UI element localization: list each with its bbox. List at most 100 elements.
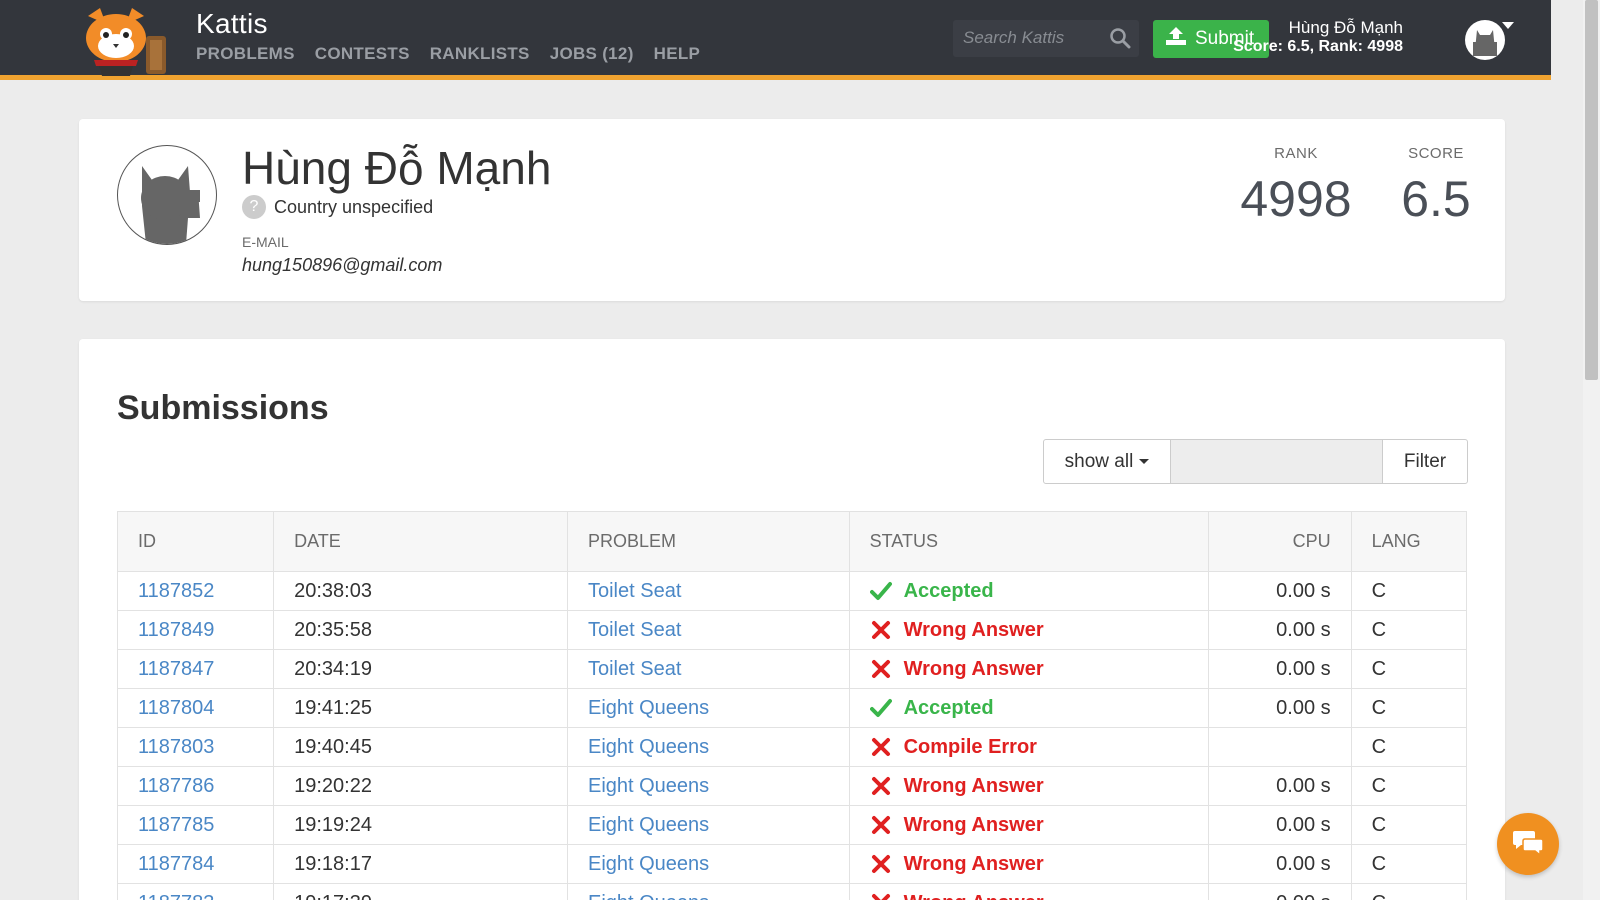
table-row: 1187852 20:38:03 Toilet Seat Accepted 0.00 s… [116, 571, 1468, 611]
table-header-row: ID DATE PROBLEM STATUS CPU LANG [116, 511, 1468, 572]
submission-status: Accepted [848, 688, 1209, 728]
user-menu[interactable]: Hùng Đỗ Mạnh Score: 6.5, Rank: 4998 [1233, 18, 1403, 56]
table-row: 1187785 19:19:24 Eight Queens Wrong Answer 0… [116, 805, 1468, 845]
table-row: 1187849 20:35:58 Toilet Seat Wrong Answer 0.… [116, 610, 1468, 650]
submission-date: 20:35:58 [273, 610, 568, 650]
problem-link[interactable]: Eight Queens [566, 844, 850, 884]
user-name: Hùng Đỗ Mạnh [1288, 18, 1403, 37]
table-row: 1187847 20:34:19 Toilet Seat Wrong Answer 0.… [116, 649, 1468, 689]
brand-title[interactable]: Kattis [196, 8, 268, 40]
nav-contests[interactable]: CONTESTS [315, 44, 410, 64]
submission-cpu [1207, 727, 1352, 767]
submission-cpu: 0.00 s [1207, 610, 1352, 650]
nav-ranklists[interactable]: RANKLISTS [430, 44, 530, 64]
submission-cpu: 0.00 s [1207, 766, 1352, 806]
page-scrollbar[interactable] [1583, 0, 1600, 900]
submission-id-link[interactable]: 1187784 [116, 844, 275, 884]
problem-link[interactable]: Eight Queens [566, 688, 850, 728]
problem-link[interactable]: Eight Queens [566, 727, 850, 767]
status-text: Compile Error [903, 735, 1037, 758]
submission-id-link[interactable]: 1187852 [116, 571, 275, 611]
cross-icon [870, 619, 892, 641]
cross-icon [870, 853, 892, 875]
filter-dropdown-label: show all [1064, 450, 1134, 472]
submission-id-link[interactable]: 1187785 [116, 805, 275, 845]
search-input[interactable] [953, 20, 1103, 56]
table-row: 1187803 19:40:45 Eight Queens Compile Error… [116, 727, 1468, 767]
problem-link[interactable]: Eight Queens [566, 805, 850, 845]
submission-date: 19:18:17 [273, 844, 568, 884]
problem-link[interactable]: Toilet Seat [566, 571, 850, 611]
submission-lang: C [1350, 805, 1468, 845]
table-row: 1187804 19:41:25 Eight Queens Accepted 0.00 … [116, 688, 1468, 728]
col-status: STATUS [848, 511, 1209, 572]
submissions-table: ID DATE PROBLEM STATUS CPU LANG 1187852 2… [116, 511, 1468, 900]
submission-cpu: 0.00 s [1207, 649, 1352, 689]
submission-date: 19:40:45 [273, 727, 568, 767]
filter-dropdown[interactable]: show all [1044, 440, 1171, 483]
nav-problems[interactable]: PROBLEMS [196, 44, 295, 64]
kattis-logo[interactable] [80, 6, 180, 76]
submission-id-link[interactable]: 1187804 [116, 688, 275, 728]
cross-icon [870, 892, 892, 900]
cross-icon [870, 775, 892, 797]
chat-button[interactable] [1497, 813, 1559, 875]
country-text: Country unspecified [274, 196, 434, 217]
score-label: SCORE [1408, 145, 1464, 162]
submission-id-link[interactable]: 1187803 [116, 727, 275, 767]
nav-help[interactable]: HELP [654, 44, 701, 64]
submission-lang: C [1350, 688, 1468, 728]
user-avatar[interactable] [1465, 20, 1505, 60]
submission-id-link[interactable]: 1187783 [116, 883, 275, 900]
user-menu-caret-icon[interactable] [1502, 22, 1514, 29]
email-value: hung150896@gmail.com [242, 255, 443, 275]
submission-date: 19:41:25 [273, 688, 568, 728]
search-icon[interactable] [1109, 27, 1131, 49]
problem-link[interactable]: Toilet Seat [566, 610, 850, 650]
nav-jobs[interactable]: JOBS (12) [550, 44, 634, 64]
cross-icon [870, 736, 892, 758]
rank-value: 4998 [1240, 171, 1352, 227]
submission-status: Wrong Answer [848, 610, 1209, 650]
submission-id-link[interactable]: 1187847 [116, 649, 275, 689]
check-icon [869, 580, 892, 602]
col-id: ID [116, 511, 275, 572]
status-text: Accepted [903, 579, 994, 602]
status-text: Wrong Answer [903, 813, 1044, 836]
profile-name: Hùng Đỗ Mạnh [242, 142, 552, 194]
submission-cpu: 0.00 s [1207, 571, 1352, 611]
submission-date: 19:17:39 [273, 883, 568, 900]
question-mark-icon: ? [242, 195, 266, 219]
submission-status: Wrong Answer [848, 766, 1209, 806]
submission-lang: C [1350, 571, 1468, 611]
cross-icon [870, 814, 892, 836]
col-lang: LANG [1350, 511, 1468, 572]
submission-lang: C [1350, 766, 1468, 806]
submission-status: Wrong Answer [848, 805, 1209, 845]
email-label: E-MAIL [242, 234, 289, 250]
problem-link[interactable]: Toilet Seat [566, 649, 850, 689]
profile-card: Hùng Đỗ Mạnh ? Country unspecified E-MAI… [79, 119, 1505, 301]
submission-date: 19:19:24 [273, 805, 568, 845]
table-row: 1187784 19:18:17 Eight Queens Wrong Answer 0… [116, 844, 1468, 884]
rank-stat: RANK 4998 [1226, 145, 1366, 228]
problem-link[interactable]: Eight Queens [566, 883, 850, 900]
submission-date: 20:34:19 [273, 649, 568, 689]
user-score-rank: Score: 6.5, Rank: 4998 [1233, 38, 1403, 55]
upload-icon [1165, 26, 1187, 52]
scrollbar-thumb[interactable] [1585, 0, 1598, 380]
status-text: Wrong Answer [903, 657, 1044, 680]
submission-cpu: 0.00 s [1207, 844, 1352, 884]
problem-link[interactable]: Eight Queens [566, 766, 850, 806]
submission-cpu: 0.00 s [1207, 688, 1352, 728]
score-value: 6.5 [1401, 171, 1471, 227]
submissions-card: Submissions show all Filter ID DATE PROB… [79, 339, 1505, 900]
submission-id-link[interactable]: 1187786 [116, 766, 275, 806]
col-cpu: CPU [1207, 511, 1352, 572]
status-text: Wrong Answer [903, 774, 1044, 797]
submission-cpu: 0.00 s [1207, 805, 1352, 845]
filter-input[interactable] [1171, 440, 1382, 483]
filter-button[interactable]: Filter [1382, 440, 1467, 483]
table-row: 1187786 19:20:22 Eight Queens Wrong Answer 0… [116, 766, 1468, 806]
submission-id-link[interactable]: 1187849 [116, 610, 275, 650]
